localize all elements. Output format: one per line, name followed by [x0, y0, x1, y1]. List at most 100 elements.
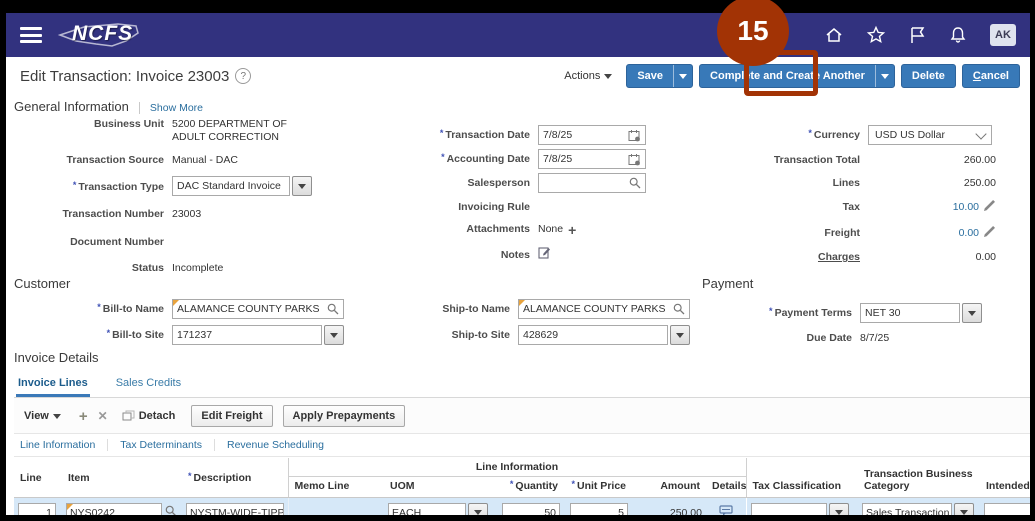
calendar-icon[interactable]	[628, 129, 641, 142]
salesperson-input[interactable]	[538, 173, 646, 193]
edit-freight-button[interactable]: Edit Freight	[191, 405, 273, 427]
ship-to-site-input[interactable]: 428629	[518, 325, 668, 345]
lines-label: Lines	[832, 176, 860, 189]
star-icon[interactable]	[866, 25, 886, 45]
ship-to-site-dropdown-icon[interactable]	[670, 325, 690, 345]
help-icon[interactable]: ?	[235, 68, 252, 84]
user-avatar[interactable]: AK	[990, 24, 1016, 46]
due-date-value: 8/7/25	[860, 332, 890, 344]
note-icon[interactable]	[538, 246, 552, 265]
payment-terms-dropdown-icon[interactable]	[962, 303, 982, 323]
lines-value: 250.00	[963, 176, 996, 189]
tab-invoice-lines[interactable]: Invoice Lines	[16, 373, 90, 397]
home-icon[interactable]	[824, 25, 844, 45]
delete-button[interactable]: Delete	[900, 64, 956, 88]
col-header-uom[interactable]: UOM	[384, 476, 496, 498]
detach-button[interactable]: Detach	[122, 410, 175, 422]
search-icon[interactable]	[327, 303, 339, 315]
transaction-total-label: Transaction Total	[773, 154, 860, 166]
chevron-down-icon	[604, 73, 613, 79]
tax-classification-dropdown-icon[interactable]	[828, 502, 849, 515]
transaction-type-dropdown-icon[interactable]	[292, 176, 312, 197]
apply-prepayments-button[interactable]: Apply Prepayments	[282, 405, 406, 427]
status-label: Status	[131, 262, 164, 275]
attachments-value: None	[538, 223, 564, 236]
add-row-icon[interactable]: +	[79, 409, 88, 424]
details-icon[interactable]	[719, 504, 733, 515]
calendar-icon[interactable]	[628, 153, 641, 166]
search-icon[interactable]	[673, 303, 685, 315]
transaction-total-value: 260.00	[963, 154, 996, 167]
search-icon[interactable]	[629, 177, 641, 189]
attachments-label: Attachments	[466, 223, 530, 236]
link-revenue-scheduling[interactable]: Revenue Scheduling	[214, 439, 336, 451]
hamburger-menu-icon[interactable]	[20, 27, 42, 43]
uom-dropdown-icon[interactable]	[468, 502, 488, 515]
flag-icon[interactable]	[908, 25, 926, 45]
bill-to-site-input[interactable]: 171237	[172, 325, 322, 345]
delete-row-icon[interactable]: ✕	[98, 410, 108, 422]
transaction-type-input[interactable]: DAC Standard Invoice	[172, 176, 290, 197]
save-dropdown-arrow-icon[interactable]	[673, 65, 692, 87]
transaction-source-label: Transaction Source	[66, 154, 164, 167]
accounting-date-label: Accounting Date	[446, 153, 530, 166]
unit-price-input[interactable]: 5	[570, 502, 628, 515]
show-more-link[interactable]: Show More	[138, 102, 203, 114]
transaction-date-input[interactable]: 7/8/25	[538, 125, 646, 145]
col-header-details[interactable]: Details	[706, 476, 747, 498]
col-header-description[interactable]: * Description	[182, 458, 288, 498]
invoice-line-row[interactable]: 1 NYS0242 NYSTM-WIDE-TIPPED M	[14, 497, 1030, 515]
invoice-details-section: Invoice Details Invoice Lines Sales Cred…	[14, 349, 1030, 515]
ship-to-name-input[interactable]: ALAMANCE COUNTY PARKS	[518, 299, 690, 319]
complete-dropdown-arrow-icon[interactable]	[874, 65, 894, 87]
intended-use-input[interactable]	[984, 502, 1030, 515]
col-header-memo-line[interactable]: Memo Line	[287, 476, 384, 498]
search-icon[interactable]	[165, 504, 177, 515]
customer-heading: Customer	[14, 276, 71, 291]
col-header-quantity[interactable]: * Quantity	[496, 476, 564, 498]
group-header-line-information: Line Information	[287, 458, 747, 477]
ship-to-name-label: Ship-to Name	[442, 302, 510, 315]
edit-pencil-icon[interactable]	[983, 199, 996, 215]
quantity-input[interactable]: 50	[502, 502, 560, 515]
ship-to-name-field: Ship-to Name ALAMANCE COUNTY PARKS	[366, 299, 716, 319]
tax-value-link[interactable]: 10.00	[953, 201, 979, 213]
col-header-item[interactable]: Item	[62, 458, 182, 498]
bell-icon[interactable]	[948, 25, 968, 45]
due-date-field: Due Date 8/7/25	[702, 329, 1002, 345]
cancel-button[interactable]: Cancel	[961, 64, 1020, 88]
bill-to-site-dropdown-icon[interactable]	[324, 325, 344, 345]
save-button[interactable]: Save	[626, 64, 694, 88]
item-input[interactable]: NYS0242	[66, 502, 162, 515]
description-input[interactable]: NYSTM-WIDE-TIPPED M	[186, 502, 284, 515]
payment-terms-input[interactable]: NET 30	[860, 303, 960, 323]
col-header-unit-price[interactable]: * Unit Price	[564, 476, 632, 498]
cell-quantity: 50	[496, 498, 564, 515]
accounting-date-input[interactable]: 7/8/25	[538, 149, 646, 169]
transaction-business-category-input[interactable]: Sales Transaction	[862, 502, 952, 515]
col-header-tax-classification[interactable]: Tax Classification	[746, 458, 858, 498]
currency-select[interactable]: USD US Dollar	[868, 125, 992, 145]
actions-menu[interactable]: Actions	[564, 70, 613, 82]
transaction-source-field: Transaction Source Manual - DAC	[14, 151, 364, 167]
col-header-transaction-business-category[interactable]: Transaction Business Category	[858, 458, 980, 498]
col-header-amount[interactable]: Amount	[632, 476, 706, 498]
uom-input[interactable]: EACH	[388, 502, 466, 515]
freight-value-link[interactable]: 0.00	[959, 227, 979, 239]
edit-pencil-icon[interactable]	[983, 225, 996, 241]
tab-sales-credits[interactable]: Sales Credits	[114, 373, 183, 397]
col-header-line[interactable]: Line	[14, 458, 62, 498]
line-number-input[interactable]: 1	[18, 502, 56, 515]
link-line-information[interactable]: Line Information	[18, 439, 107, 451]
charges-link[interactable]: Charges	[710, 251, 868, 264]
business-unit-field: Business Unit 5200 DEPARTMENT OF ADULT C…	[14, 115, 364, 144]
transaction-business-category-dropdown-icon[interactable]	[954, 502, 974, 515]
tax-classification-input[interactable]	[750, 502, 827, 515]
bill-to-name-value: ALAMANCE COUNTY PARKS	[177, 303, 320, 315]
lines-toolbar: View + ✕ Detach Edit Freight Apply Prepa…	[14, 398, 1030, 433]
add-attachment-icon[interactable]: +	[568, 223, 576, 237]
view-menu[interactable]: View	[24, 410, 61, 422]
bill-to-name-input[interactable]: ALAMANCE COUNTY PARKS	[172, 299, 344, 319]
link-tax-determinants[interactable]: Tax Determinants	[107, 439, 214, 451]
col-header-intended-use[interactable]: Intended Use	[980, 458, 1030, 498]
